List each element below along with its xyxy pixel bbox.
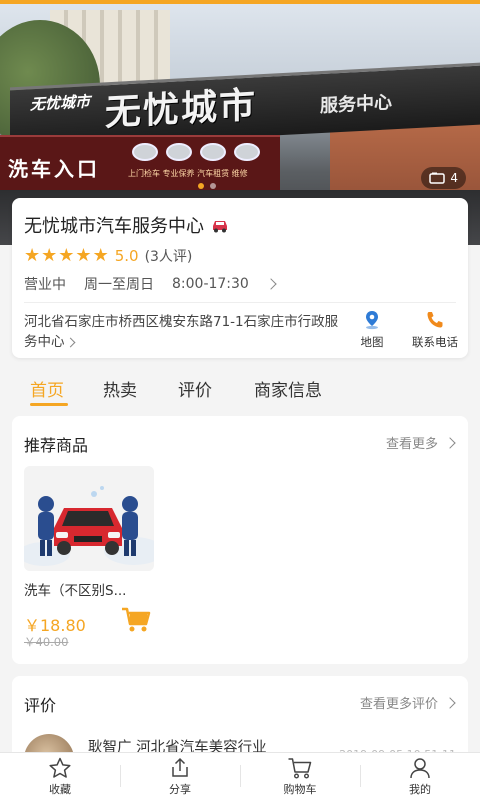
rating-row: ★ ★ ★ ★ ★ 5.0 (3人评) [24, 246, 192, 266]
store-tabs: 首页 热卖 评价 商家信息 [0, 370, 480, 410]
recommended-title: 推荐商品 [24, 436, 89, 455]
product-price: ￥18.80 [24, 616, 86, 635]
business-status: 营业中 [24, 277, 66, 293]
sign-logo-text: 无忧城市 [30, 92, 91, 114]
store-name: 无忧城市汽车服务中心 [24, 216, 204, 237]
active-tab-indicator [30, 403, 68, 406]
review-count: (3人评) [144, 249, 193, 265]
cart-icon [288, 757, 312, 779]
user-icon [410, 757, 430, 778]
map-button[interactable]: 地图 [344, 310, 400, 350]
photo-icon [429, 172, 446, 184]
car-badge-icon [213, 221, 227, 233]
status-accent-bar [0, 0, 480, 4]
chevron-right-icon [65, 337, 75, 348]
add-to-cart-icon[interactable] [120, 606, 152, 634]
entrance-services-text: 上门检车 专业保养 汽车租赁 维修 [128, 169, 248, 178]
tab-hot[interactable]: 热卖 [103, 376, 137, 401]
reviews-title: 评价 [24, 696, 57, 715]
sign-main-text: 无忧城市 [105, 85, 258, 134]
cart-button[interactable]: 购物车 [240, 753, 360, 800]
chevron-right-icon [444, 696, 456, 709]
carousel-dots [198, 183, 216, 189]
product-card[interactable]: 洗车（不区别S... [24, 466, 154, 599]
favorite-label: 收藏 [49, 782, 71, 796]
store-name-row: 无忧城市汽车服务中心 [24, 212, 230, 238]
star-rating: ★ ★ ★ ★ ★ [24, 247, 109, 265]
entrance-text: 洗车入口 [8, 157, 100, 181]
star-icon: ★ [92, 245, 109, 266]
view-more-reviews-label: 查看更多评价 [359, 697, 438, 712]
car-brand-logos [132, 143, 260, 161]
star-icon: ★ [75, 245, 92, 266]
chevron-right-icon [265, 278, 277, 290]
business-hours: 8:00-17:30 [172, 276, 249, 292]
phone-label: 联系电话 [412, 335, 458, 349]
view-more-label: 查看更多 [385, 437, 438, 452]
business-days: 周一至周日 [84, 277, 154, 293]
product-name: 洗车（不区别S... [24, 583, 127, 599]
map-label: 地图 [360, 335, 384, 349]
tab-merchant-info[interactable]: 商家信息 [254, 376, 322, 401]
star-icon: ★ [24, 245, 41, 266]
mine-label: 我的 [409, 782, 431, 796]
tab-reviews[interactable]: 评价 [178, 376, 212, 401]
business-hours-row[interactable]: 营业中 周一至周日 8:00-17:30 [24, 274, 277, 294]
star-icon: ★ [58, 245, 75, 266]
tab-home[interactable]: 首页 [30, 376, 64, 401]
share-label: 分享 [169, 782, 191, 796]
map-pin-icon [366, 311, 378, 330]
share-icon [172, 757, 188, 777]
favorite-button[interactable]: 收藏 [0, 753, 120, 800]
bottom-action-bar: 收藏 分享 购物车 我的 [0, 752, 480, 800]
product-original-price: ￥40.00 [24, 635, 69, 649]
phone-button[interactable]: 联系电话 [402, 310, 468, 350]
phone-icon [427, 312, 443, 328]
view-more-reviews-link[interactable]: 查看更多评价 [359, 693, 456, 712]
sign-sub-text: 服务中心 [320, 92, 392, 117]
divider [24, 302, 456, 303]
cart-label: 购物车 [283, 782, 317, 796]
store-info-card: 无忧城市汽车服务中心 ★ ★ ★ ★ ★ 5.0 (3人评) 营业中 周一至周日 8:0… [12, 198, 468, 358]
store-address[interactable]: 河北省石家庄市桥西区槐安东路71-1石家庄市行政服务中心 [24, 312, 344, 352]
rating-score: 5.0 [114, 247, 139, 265]
car-wash-illustration [24, 466, 154, 571]
mine-button[interactable]: 我的 [360, 753, 480, 800]
product-image [24, 466, 154, 571]
chevron-right-icon [444, 436, 456, 449]
recommended-products-panel: 推荐商品 查看更多 洗车（不区别S... ￥18.80 ￥40.00 [12, 416, 468, 664]
view-more-link[interactable]: 查看更多 [385, 433, 456, 452]
photo-count-badge[interactable]: 4 [421, 167, 466, 189]
star-outline-icon [49, 757, 71, 778]
photo-count: 4 [450, 171, 458, 185]
star-icon: ★ [41, 245, 58, 266]
share-button[interactable]: 分享 [120, 753, 240, 800]
